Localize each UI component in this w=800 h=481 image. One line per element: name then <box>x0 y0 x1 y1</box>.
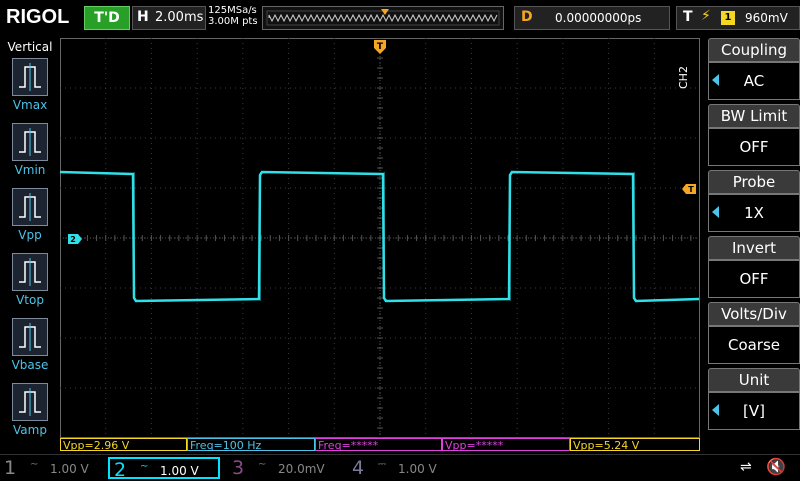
channel-3-coupling-icon: ∼ <box>258 459 267 470</box>
rigol-logo: RIGOL <box>6 6 70 28</box>
menu-unit-title: Unit <box>708 368 800 392</box>
channel-1-coupling-icon: ∼ <box>30 459 39 470</box>
menu-volts-div[interactable]: Volts/Div Coarse <box>704 302 800 366</box>
channel-4-coupling-icon: ⎓ <box>378 459 386 470</box>
timebase-label: H <box>137 9 149 25</box>
measure-vtop-label: Vtop <box>16 293 44 307</box>
menu-probe[interactable]: Probe 1X <box>704 170 800 234</box>
trigger-label: T <box>683 9 693 25</box>
timebase-value: 2.00ms <box>155 10 204 25</box>
menu-unit[interactable]: Unit [V] <box>704 368 800 432</box>
pulse-vamp-icon <box>19 388 41 416</box>
menu-unit-value[interactable]: [V] <box>708 392 800 430</box>
menu-bw-limit-title: BW Limit <box>708 104 800 128</box>
menu-coupling-value[interactable]: AC <box>708 62 800 100</box>
menu-invert[interactable]: Invert OFF <box>704 236 800 300</box>
sample-info: 125MSa/s 3.00M pts <box>208 5 258 27</box>
menu-volts-div-title: Volts/Div <box>708 302 800 326</box>
measure-vamp-label: Vamp <box>13 423 47 437</box>
trigger-box[interactable]: T ⚡ 1 960mV <box>676 6 800 30</box>
measurement-bar: Vpp=2.96 V Freq=100 Hz Freq=***** Vpp=*****… <box>60 438 700 452</box>
pulse-vbase-icon <box>19 323 41 351</box>
sidebar-title: Vertical <box>7 40 53 54</box>
ch2-reference-marker-icon[interactable]: 2 <box>68 234 82 244</box>
timebase-box[interactable]: H 2.00ms <box>132 6 206 30</box>
channel-4-scale: 1.00 V <box>398 462 437 476</box>
waveform-display[interactable]: T T 2 <box>59 37 700 439</box>
measure-vpp-label: Vpp <box>18 228 42 242</box>
channel-2-number: 2 <box>114 459 127 481</box>
measurement-readout-1: Vpp=2.96 V <box>60 438 187 451</box>
pulse-vmin-icon <box>19 128 41 156</box>
speaker-muted-icon[interactable]: 🔇 <box>766 457 786 476</box>
measure-vmax-button[interactable] <box>12 58 48 96</box>
measurement-readout-5: Vpp=5.24 V <box>570 438 700 451</box>
delay-box[interactable]: D 0.00000000ps <box>514 6 670 30</box>
top-status-bar: RIGOL T'D H 2.00ms 125MSa/s 3.00M pts D … <box>0 0 800 36</box>
menu-invert-value[interactable]: OFF <box>708 260 800 298</box>
channel-2-coupling-icon: ∼ <box>140 461 149 472</box>
memory-trigger-marker-icon <box>381 9 389 15</box>
run-status-badge[interactable]: T'D <box>84 6 130 30</box>
usb-icon: ⇌ <box>740 459 752 475</box>
ch2-reference-marker-text: 2 <box>70 235 76 244</box>
measurement-readout-2: Freq=100 Hz <box>187 438 315 451</box>
menu-coupling-title: Coupling <box>708 38 800 62</box>
measure-vbase-label: Vbase <box>11 358 49 372</box>
channel-1-scale: 1.00 V <box>50 462 89 476</box>
sample-rate: 125MSa/s <box>208 5 257 16</box>
menu-probe-arrow-icon <box>712 206 719 218</box>
channel-menu: Coupling AC BW Limit OFF Probe 1X Invert OFF Vol… <box>704 38 800 436</box>
trigger-level-marker-text: T <box>688 185 694 194</box>
channel-3-tab[interactable]: 3 ∼ 20.0mV <box>228 457 340 479</box>
channel-bar: ⇌ 🔇 1 ∼ 1.00 V 2 ∼ 1.00 V 3 ∼ 20.0mV 4 ⎓ 1.00 V <box>0 454 800 481</box>
menu-probe-value[interactable]: 1X <box>708 194 800 232</box>
menu-coupling-arrow-icon <box>712 74 719 86</box>
grid-lines <box>59 37 700 439</box>
channel-3-scale: 20.0mV <box>278 462 325 476</box>
memory-overview[interactable] <box>262 6 504 30</box>
rising-edge-icon: ⚡ <box>701 8 711 24</box>
memory-waveform-icon <box>266 9 500 26</box>
pulse-vpp-icon <box>19 193 41 221</box>
pulse-vtop-icon <box>19 258 41 286</box>
measure-vpp-button[interactable] <box>12 188 48 226</box>
menu-bw-limit-value[interactable]: OFF <box>708 128 800 166</box>
trigger-source: 1 <box>721 11 735 25</box>
measure-vmax-label: Vmax <box>12 98 48 112</box>
channel-3-number: 3 <box>232 457 245 479</box>
trigger-level-marker-icon[interactable]: T <box>682 184 696 194</box>
measure-vmin-button[interactable] <box>12 123 48 161</box>
channel-4-number: 4 <box>352 457 365 479</box>
measure-sidebar: Vertical Vmax Vmin Vpp Vtop Vbase Vamp <box>0 38 58 438</box>
measure-vbase-button[interactable] <box>12 318 48 356</box>
graticule: T T 2 <box>59 37 700 439</box>
trigger-position-marker-icon[interactable]: T <box>374 40 386 54</box>
measurement-readout-3: Freq=***** <box>315 438 442 451</box>
menu-volts-div-value[interactable]: Coarse <box>708 326 800 364</box>
pulse-vmax-icon <box>19 63 41 91</box>
channel-2-scale: 1.00 V <box>160 464 199 478</box>
channel-1-tab[interactable]: 1 ∼ 1.00 V <box>0 457 112 479</box>
menu-invert-title: Invert <box>708 236 800 260</box>
menu-bw-limit[interactable]: BW Limit OFF <box>704 104 800 168</box>
measurement-readout-4: Vpp=***** <box>442 438 570 451</box>
channel-4-tab[interactable]: 4 ⎓ 1.00 V <box>348 457 460 479</box>
menu-coupling[interactable]: Coupling AC <box>704 38 800 102</box>
delay-value: 0.00000000ps <box>555 11 642 25</box>
menu-unit-arrow-icon <box>712 404 719 416</box>
trigger-level: 960mV <box>745 11 788 25</box>
measure-vtop-button[interactable] <box>12 253 48 291</box>
trigger-marker-text: T <box>377 42 384 52</box>
menu-probe-title: Probe <box>708 170 800 194</box>
delay-label: D <box>521 9 533 25</box>
channel-2-tab[interactable]: 2 ∼ 1.00 V <box>108 457 220 481</box>
memory-depth: 3.00M pts <box>208 16 258 27</box>
measure-vamp-button[interactable] <box>12 383 48 421</box>
measure-vmin-label: Vmin <box>14 163 46 177</box>
menu-channel-label: CH2 <box>677 66 690 89</box>
channel-1-number: 1 <box>4 457 17 479</box>
